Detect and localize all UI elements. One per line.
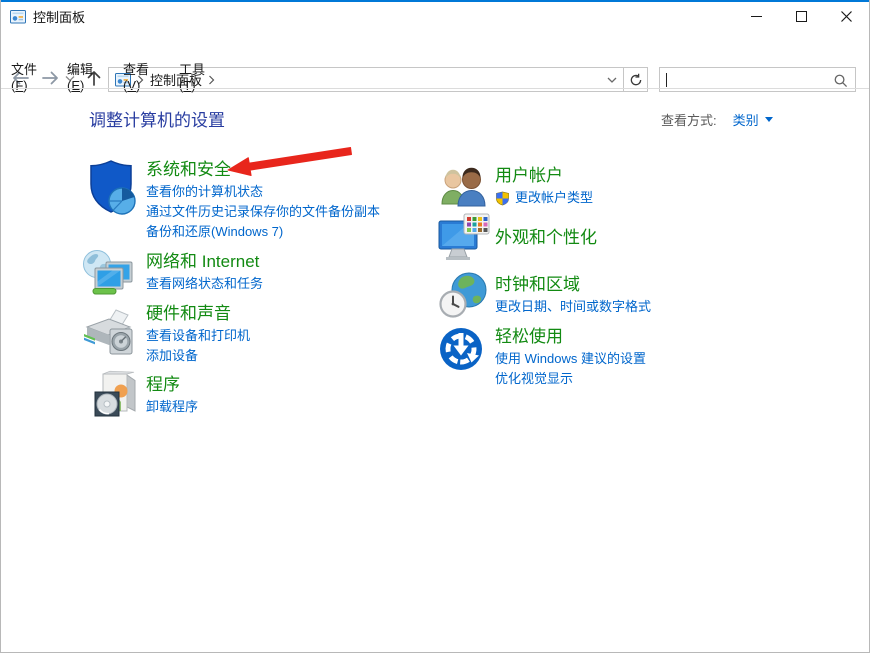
maximize-button[interactable] (779, 2, 824, 31)
category-link[interactable]: 备份和还原(Windows 7) (146, 222, 380, 242)
category-appearance-personalization: 外观和个性化 (438, 210, 597, 250)
category-title[interactable]: 程序 (146, 373, 198, 397)
titlebar: 控制面板 (1, 2, 869, 31)
category-clock-region: 时钟和区域 更改日期、时间或数字格式 (438, 269, 651, 317)
category-link[interactable]: 查看你的计算机状态 (146, 182, 380, 202)
page-title: 调整计算机的设置 (89, 106, 225, 131)
category-programs: 程序 卸载程序 (81, 369, 198, 417)
category-ease-of-access: 轻松使用 使用 Windows 建议的设置 优化视觉显示 (438, 321, 646, 389)
globe-clock-icon[interactable] (438, 271, 488, 324)
menu-bar: 文件(F) 编辑(E) 查看(V) 工具(T) (1, 64, 869, 88)
category-link[interactable]: 通过文件历史记录保存你的文件备份副本 (146, 202, 380, 222)
close-button[interactable] (824, 2, 869, 31)
category-link[interactable]: 使用 Windows 建议的设置 (495, 349, 646, 369)
category-title[interactable]: 用户帐户 (495, 164, 593, 188)
category-title[interactable]: 硬件和声音 (146, 302, 250, 326)
category-user-accounts: 用户帐户 更改帐户类型 (438, 161, 593, 208)
category-hardware-sound: 硬件和声音 查看设备和打印机 添加设备 (81, 299, 250, 366)
window-controls (734, 2, 869, 31)
category-link[interactable]: 更改日期、时间或数字格式 (495, 297, 651, 317)
close-icon (841, 11, 852, 22)
view-by-label: 查看方式: (661, 110, 717, 129)
maximize-icon (796, 11, 807, 22)
category-link[interactable]: 添加设备 (146, 346, 250, 366)
category-link-label: 更改帐户类型 (515, 188, 593, 208)
monitor-palette-icon[interactable] (438, 213, 490, 268)
category-title[interactable]: 轻松使用 (495, 325, 646, 349)
category-link[interactable]: 卸载程序 (146, 397, 198, 417)
category-system-security: 系统和安全 查看你的计算机状态 通过文件历史记录保存你的文件备份副本 备份和还原… (85, 155, 380, 242)
category-link[interactable]: 查看网络状态和任务 (146, 274, 263, 294)
menu-separator (1, 88, 869, 89)
control-panel-app-icon (10, 9, 26, 25)
window-title: 控制面板 (33, 7, 85, 26)
category-title[interactable]: 外观和个性化 (495, 226, 597, 250)
uac-shield-icon (495, 191, 510, 206)
security-shield-icon[interactable] (86, 158, 136, 221)
ease-of-access-icon[interactable] (438, 326, 484, 377)
category-link[interactable]: 查看设备和打印机 (146, 326, 250, 346)
two-users-icon[interactable] (438, 163, 486, 214)
category-title[interactable]: 系统和安全 (146, 158, 380, 182)
control-panel-window: 控制面板 控制面板 (0, 0, 870, 653)
view-by-dropdown-icon[interactable] (765, 117, 773, 122)
network-monitors-icon[interactable] (81, 249, 135, 302)
category-network-internet: 网络和 Internet 查看网络状态和任务 (81, 247, 263, 294)
category-link[interactable]: 优化视觉显示 (495, 369, 646, 389)
category-link[interactable]: 更改帐户类型 (495, 188, 593, 208)
minimize-icon (751, 16, 762, 17)
view-by-value[interactable]: 类别 (733, 110, 759, 129)
view-by-control: 查看方式: 类别 (661, 110, 773, 129)
printer-speaker-icon[interactable] (81, 309, 137, 362)
category-title[interactable]: 网络和 Internet (146, 250, 263, 274)
category-title[interactable]: 时钟和区域 (495, 273, 651, 297)
software-box-cd-icon[interactable] (93, 370, 139, 423)
minimize-button[interactable] (734, 2, 779, 31)
